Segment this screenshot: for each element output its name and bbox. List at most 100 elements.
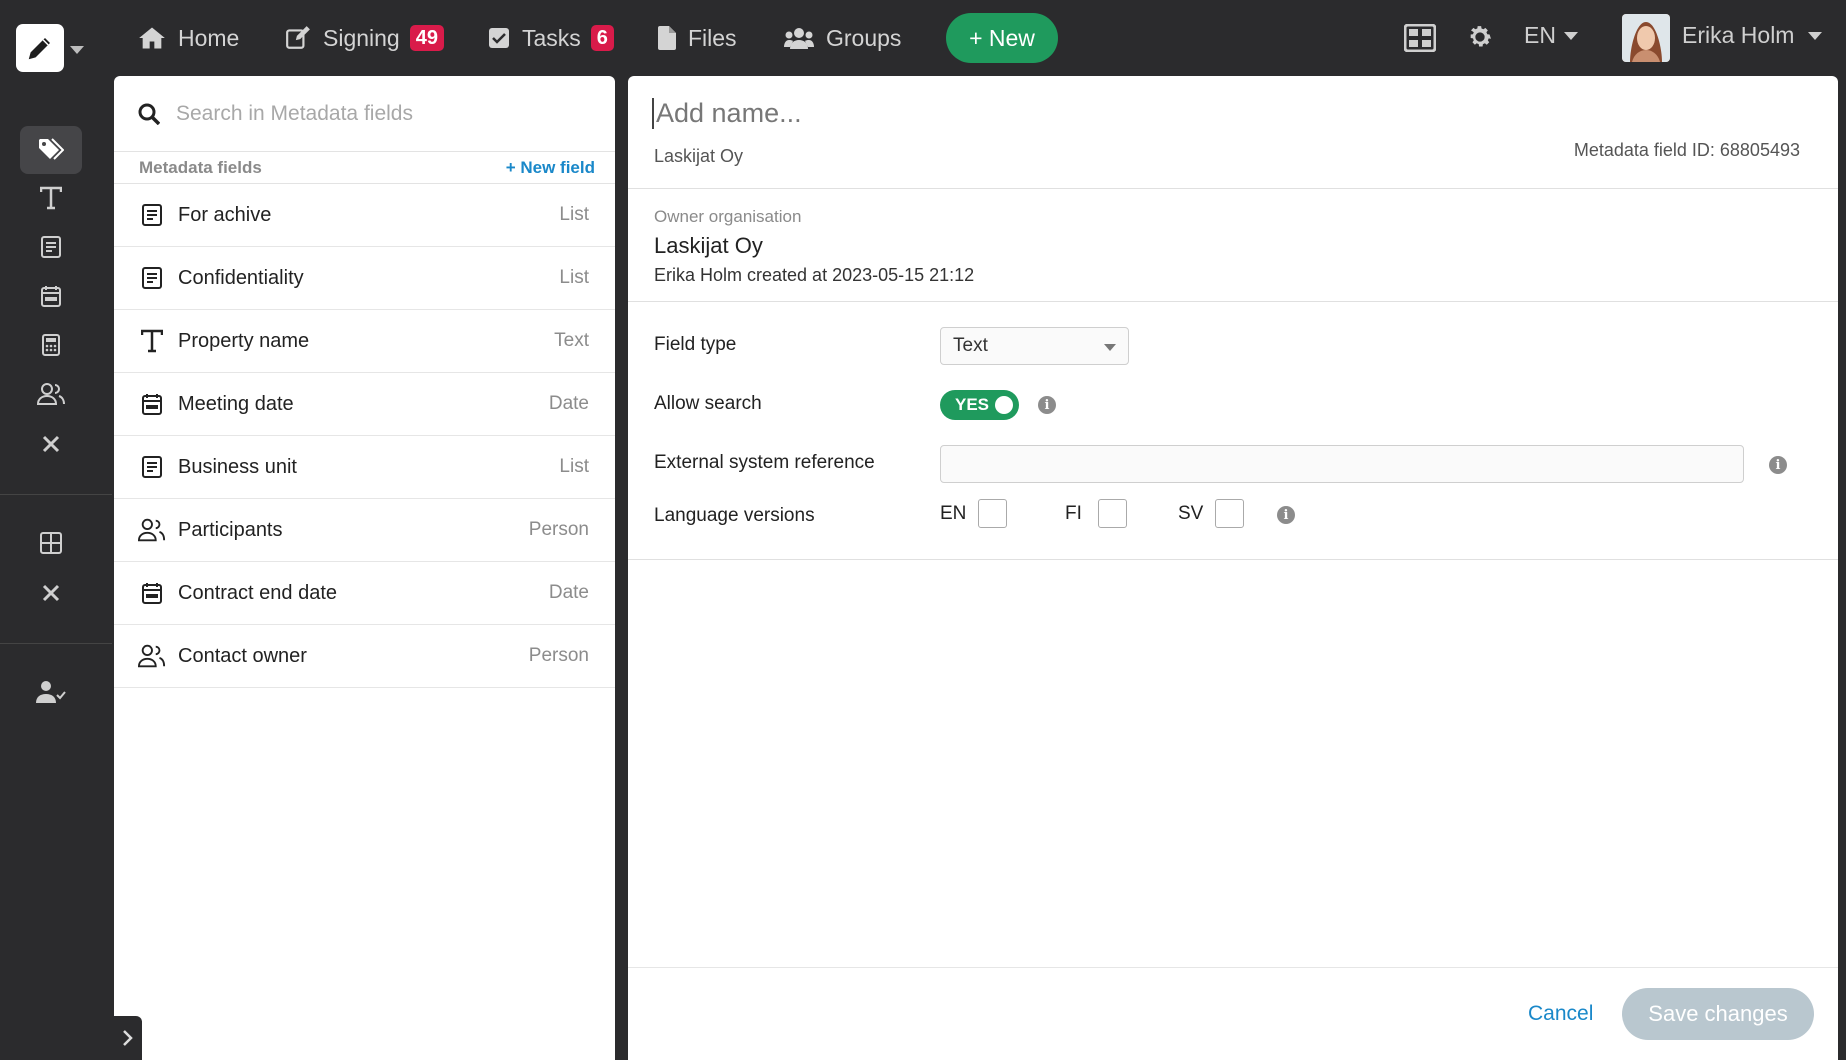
rail-user-check[interactable] — [20, 668, 82, 716]
external-ref-input[interactable] — [940, 445, 1744, 483]
rail-close-2[interactable] — [20, 569, 82, 617]
field-type: Person — [528, 645, 589, 666]
new-field-link[interactable]: + New field — [506, 158, 595, 178]
rail-number[interactable] — [20, 321, 82, 369]
signing-count-badge: 49 — [409, 25, 444, 51]
nav-signing[interactable]: Signing 49 — [285, 22, 444, 54]
field-type: Person — [528, 519, 589, 540]
gear-icon[interactable] — [1466, 23, 1494, 51]
chevron-down-icon[interactable] — [70, 46, 84, 54]
user-menu[interactable]: Erika Holm — [1682, 22, 1823, 49]
tasks-count-badge: 6 — [590, 25, 614, 51]
list-item[interactable]: Participants Person — [114, 499, 615, 562]
language-label: EN — [1524, 22, 1556, 48]
rail-metadata[interactable] — [20, 126, 82, 174]
left-rail — [0, 76, 112, 1060]
user-check-icon — [36, 681, 66, 703]
rail-grid[interactable] — [20, 519, 82, 567]
language-sv-checkbox[interactable] — [1215, 499, 1245, 528]
field-name: Confidentiality — [178, 266, 304, 289]
list-item[interactable]: Meeting date Date — [114, 373, 615, 436]
people-icon — [138, 518, 166, 542]
nav-home[interactable]: Home — [138, 22, 239, 54]
users-icon — [784, 27, 814, 49]
calendar-icon — [41, 286, 61, 307]
list-icon — [138, 204, 166, 226]
search-input[interactable] — [176, 101, 596, 126]
chevron-down-icon — [1563, 31, 1578, 40]
list-item[interactable]: Contact owner Person — [114, 625, 615, 688]
list-item[interactable]: Business unit List — [114, 436, 615, 499]
metadata-detail-panel: Laskijat Oy Metadata field ID: 68805493 … — [628, 76, 1838, 1060]
field-type-select[interactable]: Text — [940, 327, 1129, 365]
cancel-button[interactable]: Cancel — [1528, 1002, 1593, 1026]
language-selector[interactable]: EN — [1524, 22, 1578, 49]
info-icon[interactable]: i — [1038, 396, 1056, 414]
rail-person[interactable] — [20, 370, 82, 418]
language-fi-label: FI — [1065, 502, 1082, 524]
edit-icon — [285, 25, 311, 51]
home-icon — [138, 25, 166, 51]
field-type: List — [559, 267, 589, 288]
app-logo-button[interactable] — [16, 24, 64, 72]
rail-date[interactable] — [20, 272, 82, 320]
calendar-icon — [138, 393, 166, 415]
metadata-fields-header: Metadata fields + New field — [114, 152, 615, 184]
list-item[interactable]: Contract end date Date — [114, 562, 615, 625]
nav-tasks-label: Tasks — [522, 24, 581, 51]
nav-groups[interactable]: Groups — [784, 22, 901, 54]
owner-name: Laskijat Oy — [654, 233, 763, 258]
field-name: Contact owner — [178, 644, 307, 667]
list-icon — [138, 456, 166, 478]
rail-divider — [0, 643, 112, 644]
nav-tasks[interactable]: Tasks 6 — [488, 22, 614, 54]
detail-footer: Cancel Save changes — [628, 967, 1838, 1060]
people-icon — [37, 383, 65, 405]
list-item[interactable]: Property name Text — [114, 310, 615, 373]
field-type: Date — [548, 393, 589, 414]
field-type: Text — [554, 330, 589, 351]
rail-list[interactable] — [20, 223, 82, 271]
language-fi-checkbox[interactable] — [1097, 499, 1127, 528]
field-name-input[interactable] — [652, 98, 1252, 129]
field-type-value: Text — [953, 335, 988, 356]
field-name: Meeting date — [178, 392, 294, 415]
search-bar — [114, 76, 615, 152]
nav-files[interactable]: Files — [658, 22, 737, 54]
expand-panel-button[interactable] — [114, 1016, 142, 1060]
people-icon — [138, 644, 166, 668]
checkbox-icon — [488, 27, 510, 49]
field-list: For achive List Confidentiality List Propert… — [114, 184, 615, 688]
new-button[interactable]: + New — [946, 13, 1058, 63]
search-icon — [138, 103, 160, 125]
field-name: Contract end date — [178, 581, 337, 604]
info-icon[interactable]: i — [1277, 506, 1295, 524]
field-name: Property name — [178, 329, 310, 352]
nav-signing-label: Signing — [323, 24, 400, 51]
language-fi[interactable]: FI — [1065, 499, 1127, 528]
language-en[interactable]: EN — [940, 499, 1008, 528]
list-icon — [41, 236, 61, 258]
field-type-label: Field type — [654, 334, 737, 355]
nav-groups-label: Groups — [826, 24, 902, 51]
owner-section: Owner organisation Laskijat Oy Erika Hol… — [628, 189, 1838, 302]
rail-close[interactable] — [20, 420, 82, 468]
language-sv[interactable]: SV — [1178, 499, 1245, 528]
rail-text[interactable] — [20, 174, 82, 222]
user-name-label: Erika Holm — [1682, 22, 1795, 48]
top-bar: Home Signing 49 Tasks 6 Files Groups + N… — [0, 0, 1846, 76]
grid-view-icon[interactable] — [1404, 24, 1436, 52]
field-settings-form: Field type Text Allow search YES i Exter… — [628, 302, 1838, 560]
allow-search-toggle[interactable]: YES — [940, 390, 1019, 420]
close-icon — [42, 584, 60, 602]
owner-label: Owner organisation — [654, 207, 802, 226]
list-item[interactable]: Confidentiality List — [114, 247, 615, 310]
pen-icon — [28, 38, 50, 60]
field-type: List — [559, 204, 589, 225]
list-item[interactable]: For achive List — [114, 184, 615, 247]
language-sv-label: SV — [1178, 502, 1204, 524]
language-en-checkbox[interactable] — [978, 499, 1008, 528]
save-button[interactable]: Save changes — [1622, 988, 1814, 1040]
info-icon[interactable]: i — [1769, 456, 1787, 474]
avatar[interactable] — [1622, 14, 1670, 62]
